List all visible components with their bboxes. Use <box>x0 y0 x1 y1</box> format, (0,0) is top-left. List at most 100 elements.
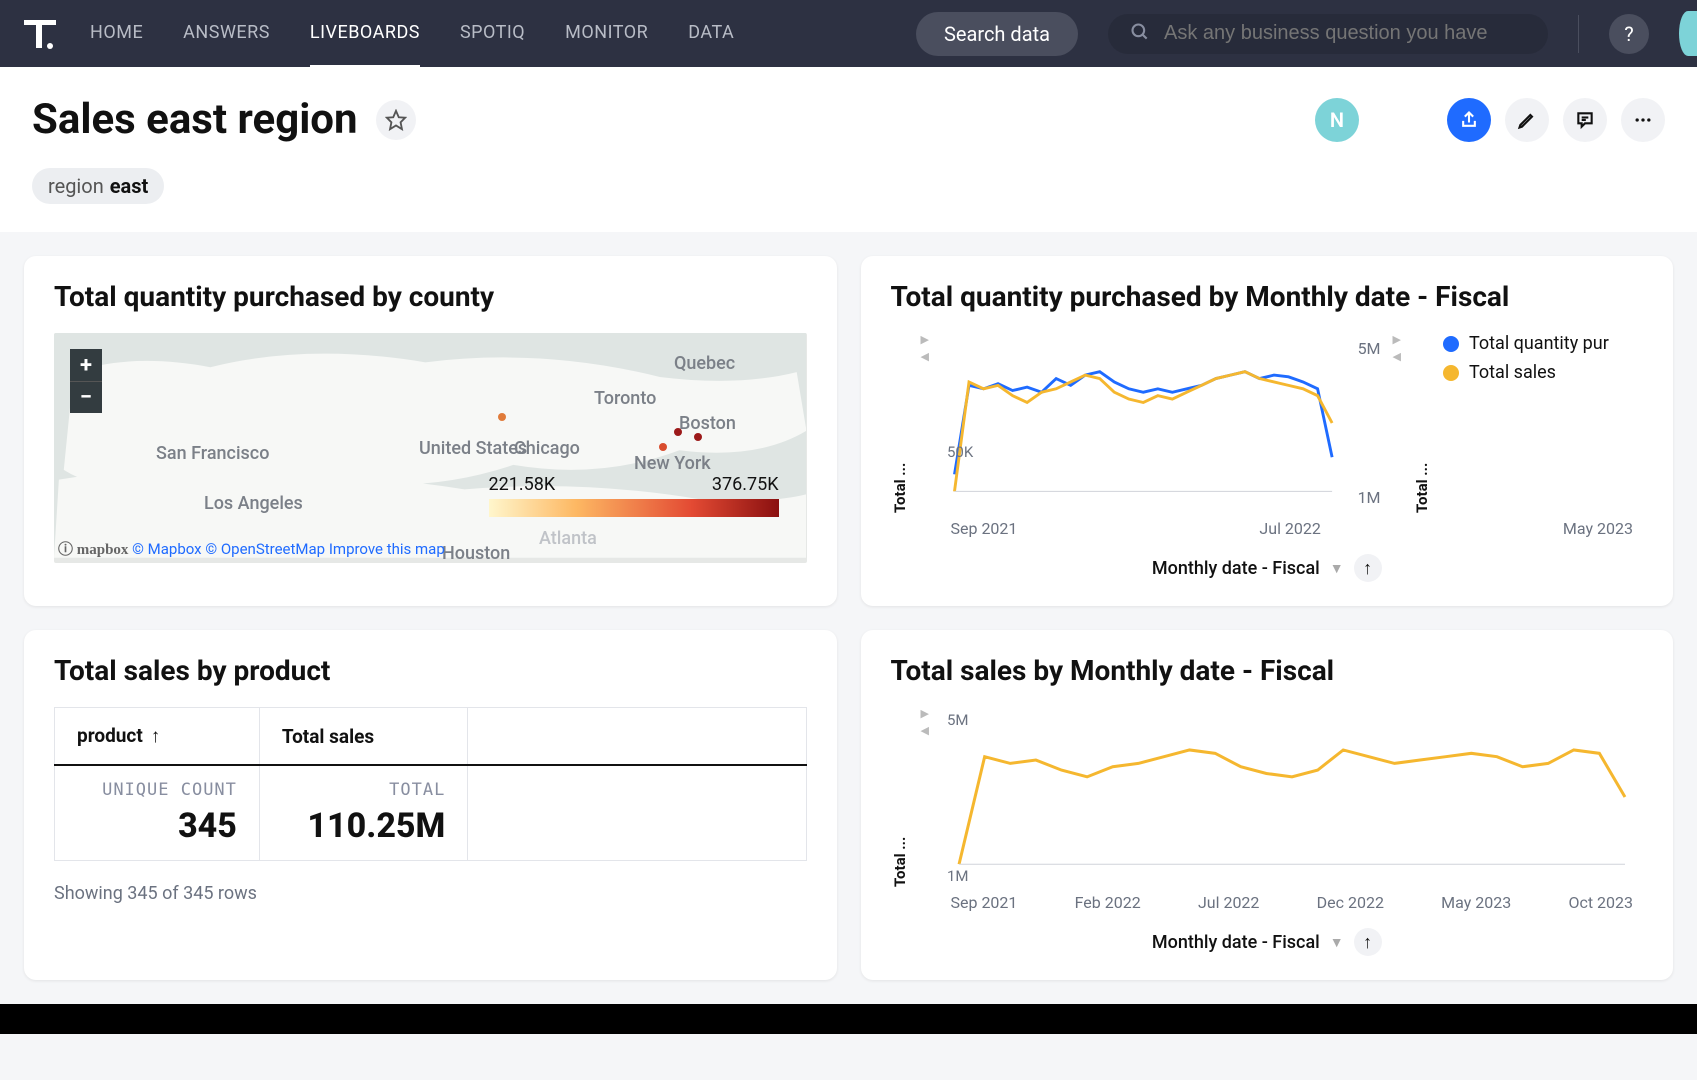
sort-asc-button[interactable]: ↑ <box>1354 928 1382 956</box>
help-button[interactable]: ? <box>1609 14 1649 54</box>
axis-sort-arrows[interactable]: ▶◀ <box>921 707 929 887</box>
favorite-button[interactable] <box>376 100 416 140</box>
map-city-label: Boston <box>679 413 736 434</box>
chevron-down-icon[interactable]: ▼ <box>1330 934 1344 951</box>
summary-label: UNIQUE COUNT <box>77 780 237 800</box>
map-data-point <box>659 443 667 451</box>
map-city-label: Quebec <box>674 353 735 374</box>
map-zoom-controls: + − <box>70 349 102 413</box>
choropleth-map[interactable]: + − San Francisco Los Angeles United Sta… <box>54 333 807 563</box>
chevron-down-icon[interactable]: ▼ <box>1330 560 1344 577</box>
x-tick: Jul 2022 <box>1198 893 1259 912</box>
card-title: Total sales by product <box>54 654 807 687</box>
sort-asc-icon: ↑ <box>151 724 161 747</box>
axis-dropdown[interactable]: Monthly date - Fiscal <box>1152 558 1320 579</box>
x-tick: Feb 2022 <box>1075 893 1141 912</box>
axis-sort-arrows[interactable]: ▶◀ <box>921 333 929 513</box>
filter-chip-value: east <box>110 174 149 198</box>
legend-gradient <box>489 499 779 517</box>
nav-liveboards[interactable]: LIVEBOARDS <box>310 0 420 68</box>
x-tick: Dec 2022 <box>1317 893 1384 912</box>
zoom-out-button[interactable]: − <box>70 381 102 413</box>
footer-bar <box>0 1004 1697 1034</box>
y-tick-right: 5M <box>1358 339 1381 358</box>
summary-label: TOTAL <box>282 780 445 800</box>
y-axis-label: Total ... <box>891 707 909 887</box>
map-country-label: United States <box>419 438 527 459</box>
x-tick: May 2023 <box>1441 893 1511 912</box>
legend-min: 221.58K <box>489 474 556 495</box>
product-table[interactable]: product↑ Total sales UNIQUE COUNT 345 TO… <box>54 707 807 861</box>
card-title: Total quantity purchased by Monthly date… <box>891 280 1644 313</box>
ask-input[interactable] <box>1164 22 1526 45</box>
y-tick-right: 1M <box>1358 488 1381 507</box>
map-city-label: San Francisco <box>156 443 269 464</box>
nav-data[interactable]: DATA <box>688 0 734 68</box>
x-tick: Sep 2021 <box>951 893 1018 912</box>
map-data-point <box>498 413 506 421</box>
card-sales-product: Total sales by product product↑ Total sa… <box>24 630 837 980</box>
card-title: Total quantity purchased by county <box>54 280 807 313</box>
legend-swatch <box>1443 365 1459 381</box>
ask-search[interactable] <box>1108 14 1548 54</box>
map-city-label: Los Angeles <box>204 493 303 514</box>
col-product[interactable]: product↑ <box>55 708 260 766</box>
mapbox-link[interactable]: © Mapbox <box>132 540 201 558</box>
zoom-in-button[interactable]: + <box>70 349 102 381</box>
sort-asc-button[interactable]: ↑ <box>1354 554 1382 582</box>
y-tick: 1M <box>947 867 969 885</box>
map-city-label: New York <box>634 453 711 474</box>
nav-spotiq[interactable]: SPOTIQ <box>460 0 525 68</box>
share-button[interactable] <box>1447 98 1491 142</box>
owner-avatar[interactable]: N <box>1315 98 1359 142</box>
user-avatar[interactable] <box>1679 11 1697 56</box>
x-tick: Sep 2021 <box>951 519 1018 538</box>
filter-chip[interactable]: region east <box>32 168 164 204</box>
more-button[interactable] <box>1621 98 1665 142</box>
map-attribution: ⓘ mapbox © Mapbox © OpenStreetMap Improv… <box>58 538 445 559</box>
page-title: Sales east region <box>32 95 358 144</box>
vertical-divider <box>1578 15 1579 53</box>
comment-button[interactable] <box>1563 98 1607 142</box>
y-axis-right-label: Total ... <box>1413 333 1431 513</box>
filter-chip-label: region <box>48 174 104 198</box>
map-city-label: Toronto <box>594 388 656 409</box>
liveboard-header: Sales east region N region east <box>0 67 1697 232</box>
x-tick: Jul 2022 <box>1259 519 1320 538</box>
map-data-point <box>694 433 702 441</box>
legend-swatch <box>1443 336 1459 352</box>
y-tick: 50K <box>947 443 973 461</box>
card-map: Total quantity purchased by county + − S… <box>24 256 837 606</box>
chart-legend: Total quantity pur Total sales <box>1443 333 1643 513</box>
legend-label: Total quantity pur <box>1469 333 1609 354</box>
search-icon <box>1130 22 1150 46</box>
legend-label: Total sales <box>1469 362 1556 383</box>
line-chart[interactable] <box>941 707 1643 887</box>
map-city-label: Houston <box>442 543 510 563</box>
axis-dropdown[interactable]: Monthly date - Fiscal <box>1152 932 1320 953</box>
dashboard-grid: Total quantity purchased by county + − S… <box>0 232 1697 1004</box>
map-city-label: Atlanta <box>539 528 597 549</box>
line-chart[interactable] <box>941 333 1346 513</box>
map-data-point <box>674 428 682 436</box>
app-logo[interactable] <box>20 14 60 54</box>
card-qty-month: Total quantity purchased by Monthly date… <box>861 256 1674 606</box>
card-sales-month: Total sales by Monthly date - Fiscal Tot… <box>861 630 1674 980</box>
nav-answers[interactable]: ANSWERS <box>183 0 270 68</box>
search-data-button[interactable]: Search data <box>916 12 1078 56</box>
summary-value: 110.25M <box>282 806 445 846</box>
col-total-sales[interactable]: Total sales <box>259 708 467 766</box>
map-legend: 221.58K 376.75K <box>489 474 779 517</box>
row-count-label: Showing 345 of 345 rows <box>54 883 807 904</box>
axis-sort-arrows[interactable]: ▶◀ <box>1393 333 1401 513</box>
nav-monitor[interactable]: MONITOR <box>565 0 648 68</box>
map-city-label: Chicago <box>514 438 580 459</box>
edit-button[interactable] <box>1505 98 1549 142</box>
x-tick: May 2023 <box>1563 519 1633 538</box>
nav-home[interactable]: HOME <box>90 0 143 68</box>
y-tick: 5M <box>947 711 969 729</box>
osm-link[interactable]: © OpenStreetMap <box>205 540 325 558</box>
card-title: Total sales by Monthly date - Fiscal <box>891 654 1644 687</box>
legend-max: 376.75K <box>712 474 779 495</box>
improve-map-link[interactable]: Improve this map <box>329 540 445 558</box>
